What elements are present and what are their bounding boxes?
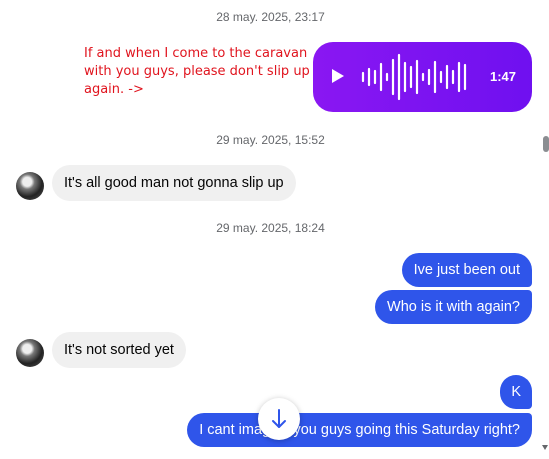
avatar[interactable] [16,172,44,200]
voice-message[interactable]: 1:47 [313,42,532,112]
outgoing-message[interactable]: Ive just been out [401,253,532,287]
play-icon[interactable] [332,69,344,83]
outgoing-message[interactable]: Who is it with again? [375,290,532,324]
scrollbar-thumb[interactable] [543,136,549,152]
waveform-icon [361,53,467,101]
timestamp: 29 may. 2025, 15:52 [216,133,325,147]
timestamp: 28 may. 2025, 23:17 [216,10,325,24]
scroll-to-bottom-button[interactable] [258,398,300,440]
incoming-message[interactable]: It's not sorted yet [52,332,186,368]
scroll-down-arrow-icon[interactable] [542,445,548,450]
incoming-message[interactable]: It's all good man not gonna slip up [52,165,296,201]
avatar[interactable] [16,339,44,367]
outgoing-message[interactable]: K [500,375,532,409]
timestamp: 29 may. 2025, 18:24 [216,221,325,235]
outgoing-message[interactable]: I cant imagine you guys going this Satur… [187,413,532,447]
voice-duration: 1:47 [489,69,516,84]
red-annotation: If and when I come to the caravan with y… [84,46,310,97]
arrow-down-icon [272,409,286,428]
